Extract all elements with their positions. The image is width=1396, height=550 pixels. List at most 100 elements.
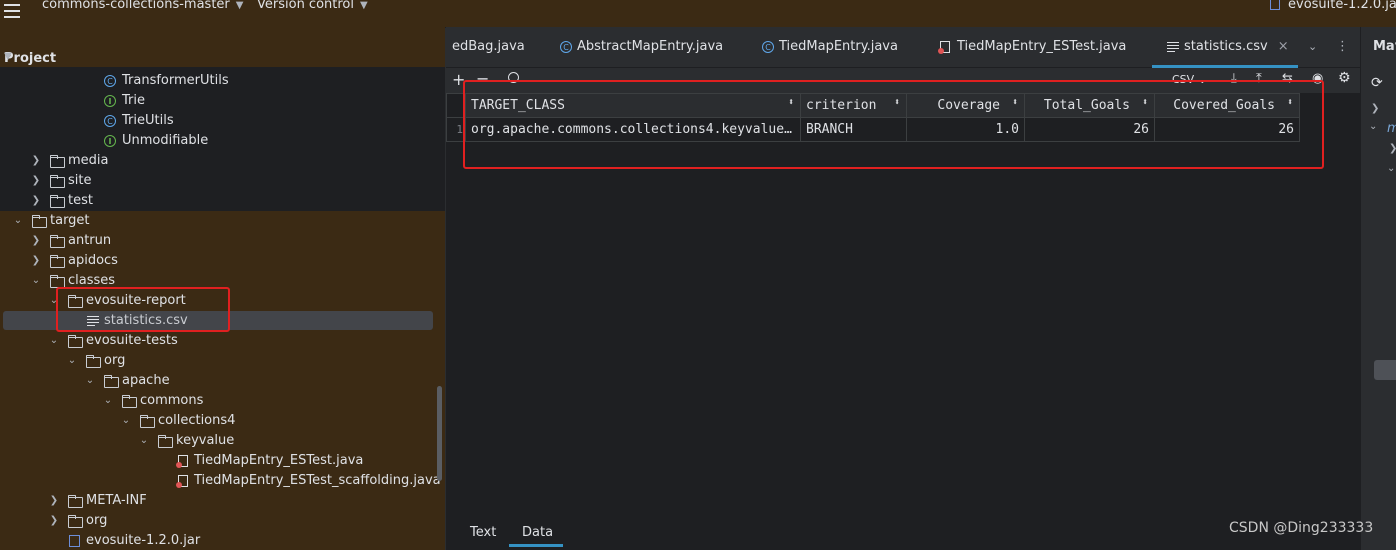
chevron-down-icon[interactable]: ⌄ [1369,121,1377,132]
folder-icon [68,515,83,528]
tree-item-label: media [68,153,109,168]
chevron-down-icon[interactable]: ⌄ [120,411,132,431]
chevron-down-icon[interactable]: ⌄ [138,431,150,451]
chevron-right-icon[interactable]: ❯ [30,231,42,251]
tab-tied-map-entry-estest[interactable]: TiedMapEntry_ESTest.java [938,39,1127,54]
tab-text[interactable]: Text [470,525,496,540]
tab-edbag[interactable]: edBag.java [452,39,525,54]
run-config-selector[interactable]: evosuite-1.2.0.ja [1270,0,1396,12]
folder-icon [158,435,173,448]
chevron-right-icon[interactable]: ❯ [1371,103,1379,114]
tab-data[interactable]: Data [522,525,553,540]
tree-item-label: org [104,353,126,368]
tab-tied-map-entry[interactable]: C TiedMapEntry.java [762,39,898,54]
chevron-down-icon[interactable]: ⌄ [30,271,42,291]
tree-item-label: TrieUtils [122,113,174,128]
project-switcher[interactable]: commons-collections-master ▼ [42,0,243,12]
tree-item-label: test [68,193,93,208]
tab-label: TiedMapEntry.java [779,39,898,54]
tree-item-label: evosuite-tests [86,333,178,348]
tree-item-label: commons [140,393,204,408]
chevron-right-icon[interactable]: ❯ [30,191,42,211]
chevron-right-icon[interactable]: ❯ [30,151,42,171]
tab-label: edBag.java [452,39,525,54]
vcs-menu[interactable]: Version control ▼ [257,0,368,12]
folder-icon [68,495,83,508]
csv-file-icon [1167,41,1179,53]
folder-icon [50,195,65,208]
folder-icon [50,235,65,248]
folder-icon [50,255,65,268]
tree-item-label: TransformerUtils [122,73,229,88]
jar-icon [1270,0,1280,10]
editor-bottom-tabs: Text Data [446,520,1360,550]
editor-tab-bar: edBag.java C AbstractMapEntry.java C TiedM… [446,27,1360,68]
folder-icon [68,335,83,348]
chevron-right-icon[interactable]: ❯ [30,251,42,271]
gear-icon[interactable]: ⚙ [1338,70,1351,86]
class-icon: C [104,115,116,127]
chevron-down-icon: ▼ [235,0,244,11]
watermark: CSDN @Ding233333 [1229,520,1374,536]
annotation-box-report [56,287,230,332]
chevron-down-icon[interactable]: ⌄ [48,331,60,351]
chevron-down-icon[interactable]: ⌄ [1308,40,1317,53]
tree-item-label: collections4 [158,413,236,428]
tab-label: statistics.csv [1184,39,1268,54]
folder-icon [104,375,119,388]
vcs-label: Version control [257,0,354,12]
chevron-down-icon[interactable]: ⌄ [66,351,78,371]
tree-item-label: apidocs [68,253,118,268]
maven-panel-title: Mav [1373,39,1396,54]
folder-icon [32,215,47,228]
chevron-right-icon[interactable]: ❯ [48,511,60,531]
close-icon[interactable]: × [1278,39,1289,54]
tab-label: AbstractMapEntry.java [577,39,724,54]
tree-item-label: apache [122,373,170,388]
interface-icon: I [104,95,116,107]
class-icon: C [560,41,572,53]
tree-item-label: evosuite-1.2.0.jar [86,533,201,548]
active-bottom-tab-indicator [509,544,563,547]
tree-item-label: TiedMapEntry_ESTest.java [194,453,364,468]
project-panel-header[interactable]: Project ▼ [0,27,445,68]
refresh-icon[interactable]: ⟳ [1371,75,1383,91]
run-config-label: evosuite-1.2.0.ja [1288,0,1396,12]
tree-item-label: keyvalue [176,433,235,448]
tree-item-label: org [86,513,108,528]
java-test-file-icon [938,41,950,54]
maven-panel[interactable]: Mav ⟳ ❯ ⌄ m ❯ ⌄ [1360,27,1396,550]
java-test-file-icon [176,475,188,488]
project-tree[interactable]: C TransformerUtils I Trie C TrieUtils I Unmo… [0,68,445,550]
class-icon: C [104,75,116,87]
chevron-right-icon[interactable]: ❯ [1389,143,1396,154]
main-menu-icon[interactable] [4,3,22,19]
chevron-down-icon[interactable]: ⌄ [102,391,114,411]
project-scrollbar[interactable] [437,386,442,481]
java-test-file-icon [176,455,188,468]
tree-item-label: TiedMapEntry_ESTest_scaffolding.java [194,473,441,488]
project-name: commons-collections-master [42,0,230,12]
chevron-right-icon[interactable]: ❯ [30,171,42,191]
tab-statistics-csv[interactable]: statistics.csv × [1167,39,1289,54]
maven-scrollbar[interactable] [1374,360,1396,380]
chevron-down-icon[interactable]: ⌄ [12,211,24,231]
folder-icon [140,415,155,428]
tab-label: TiedMapEntry_ESTest.java [957,39,1127,54]
chevron-down-icon[interactable]: ⌄ [1387,163,1395,174]
folder-icon [86,355,101,368]
annotation-box-table [463,80,1324,169]
folder-icon [50,155,65,168]
chevron-right-icon[interactable]: ❯ [48,491,60,511]
folder-icon [122,395,137,408]
chevron-down-icon: ▼ [4,51,12,62]
tree-item-label: antrun [68,233,112,248]
chevron-down-icon[interactable]: ⌄ [84,371,96,391]
target-folder-highlight [0,211,445,550]
title-bar: commons-collections-master ▼ Version cont… [0,0,1396,28]
tab-abstract-map-entry[interactable]: C AbstractMapEntry.java [560,39,724,54]
tree-item-label: Trie [122,93,145,108]
interface-icon: I [104,135,116,147]
tree-item-label: site [68,173,92,188]
more-options-icon[interactable]: ⋮ [1336,39,1349,54]
